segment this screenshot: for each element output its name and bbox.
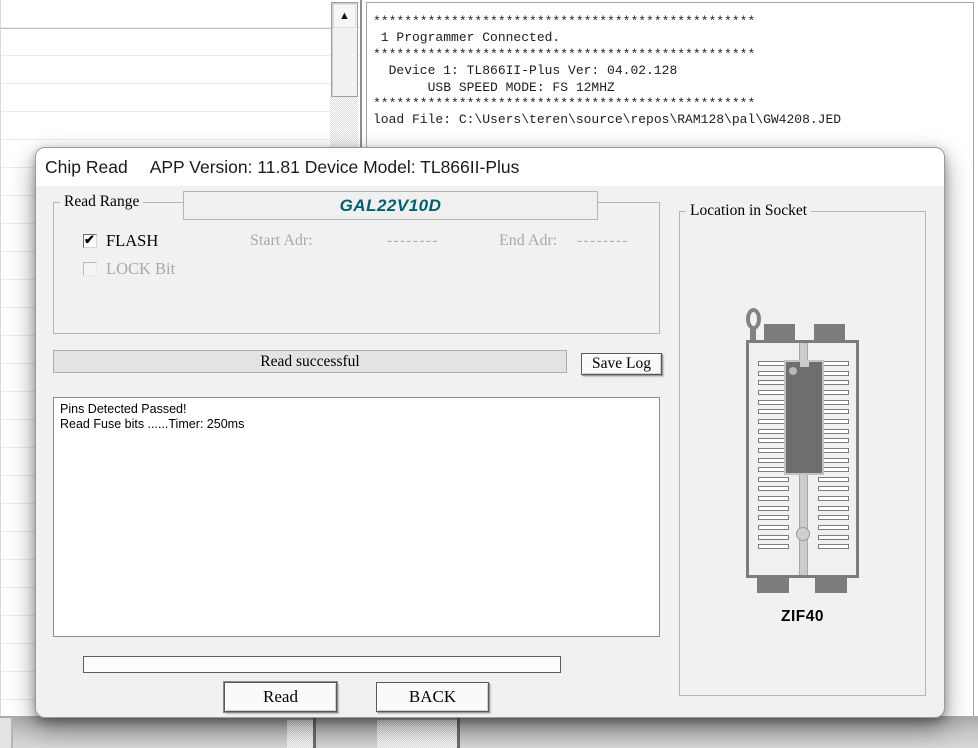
status-bar: Read successful <box>53 350 567 373</box>
dialog-body: GAL22V10D Read Range ✔ FLASH LOCK Bit St… <box>36 186 944 719</box>
log-output: ****************************************… <box>373 14 841 129</box>
start-adr-value: -------- <box>387 233 439 250</box>
bottom-scroll-track-b <box>377 720 457 748</box>
pin-slot <box>758 496 789 501</box>
dialog-title: Chip Read <box>45 157 128 178</box>
pin-slot <box>818 496 849 501</box>
list-scrollbar[interactable]: ▲ <box>331 2 358 97</box>
socket-top-tab <box>814 324 845 341</box>
chip-pin1-dot <box>789 367 797 375</box>
channel-screw-icon <box>796 527 810 541</box>
pin-slot <box>758 544 789 549</box>
bottom-scroll-track-a <box>287 720 313 748</box>
pin-slot <box>818 515 849 520</box>
socket-name-label: ZIF40 <box>746 608 859 626</box>
flash-label: FLASH <box>106 231 158 251</box>
bottom-left-sliver <box>0 718 11 748</box>
read-button[interactable]: Read <box>224 682 337 712</box>
read-range-group: Read Range ✔ FLASH LOCK Bit Start Adr: -… <box>53 202 660 334</box>
pin-slot <box>818 486 849 491</box>
dialog-subtitle: APP Version: 11.81 Device Model: TL866II… <box>150 157 520 178</box>
pin-slot <box>818 506 849 511</box>
pin-slot <box>818 544 849 549</box>
pin-slot <box>758 506 789 511</box>
flash-checkbox-row[interactable]: ✔ FLASH <box>83 231 158 251</box>
back-button[interactable]: BACK <box>376 682 489 712</box>
progress-bar <box>83 656 561 673</box>
socket-bottom-tab <box>815 578 847 593</box>
socket-group-label: Location in Socket <box>686 202 811 220</box>
pin-slot <box>818 477 849 482</box>
start-adr-label: Start Adr: <box>250 232 313 250</box>
socket-bottom-tab <box>757 578 789 593</box>
inserted-chip <box>784 360 824 475</box>
bottom-background-strip <box>0 716 978 748</box>
pin-slot <box>818 525 849 530</box>
bottom-divider-b <box>313 718 316 748</box>
lock-bit-checkbox <box>83 262 97 276</box>
lock-bit-label: LOCK Bit <box>106 259 175 279</box>
pin-slot <box>758 515 789 520</box>
socket-lever-stem <box>750 327 756 341</box>
socket-group: Location in Socket ZIF40 <box>679 211 926 696</box>
pin-slot <box>818 535 849 540</box>
socket-top-tab <box>764 324 795 341</box>
chip-notch <box>800 360 809 367</box>
save-log-button[interactable]: Save Log <box>581 353 662 375</box>
pin-slot <box>758 525 789 530</box>
check-icon: ✔ <box>84 232 95 248</box>
list-header-divider <box>0 28 331 30</box>
result-log[interactable]: Pins Detected Passed! Read Fuse bits ...… <box>53 397 660 637</box>
chip-read-dialog: Chip Read APP Version: 11.81 Device Mode… <box>35 147 945 718</box>
dialog-titlebar: Chip Read APP Version: 11.81 Device Mode… <box>36 148 944 186</box>
status-text: Read successful <box>260 353 359 370</box>
end-adr-value: -------- <box>577 233 629 250</box>
flash-checkbox[interactable]: ✔ <box>83 234 97 248</box>
read-range-label: Read Range <box>60 193 143 211</box>
up-arrow-icon: ▲ <box>339 10 350 22</box>
bottom-divider-a <box>11 718 13 748</box>
pin-slot <box>758 535 789 540</box>
pin-slot <box>758 486 789 491</box>
zif-socket-body <box>746 340 859 578</box>
chip-name-banner: GAL22V10D <box>183 191 598 220</box>
pin-slot <box>758 477 789 482</box>
end-adr-label: End Adr: <box>499 232 557 250</box>
scrollbar-track[interactable] <box>330 97 358 147</box>
scroll-up-button[interactable]: ▲ <box>333 4 356 28</box>
bottom-divider-c <box>457 718 460 748</box>
lock-bit-checkbox-row: LOCK Bit <box>83 259 175 279</box>
